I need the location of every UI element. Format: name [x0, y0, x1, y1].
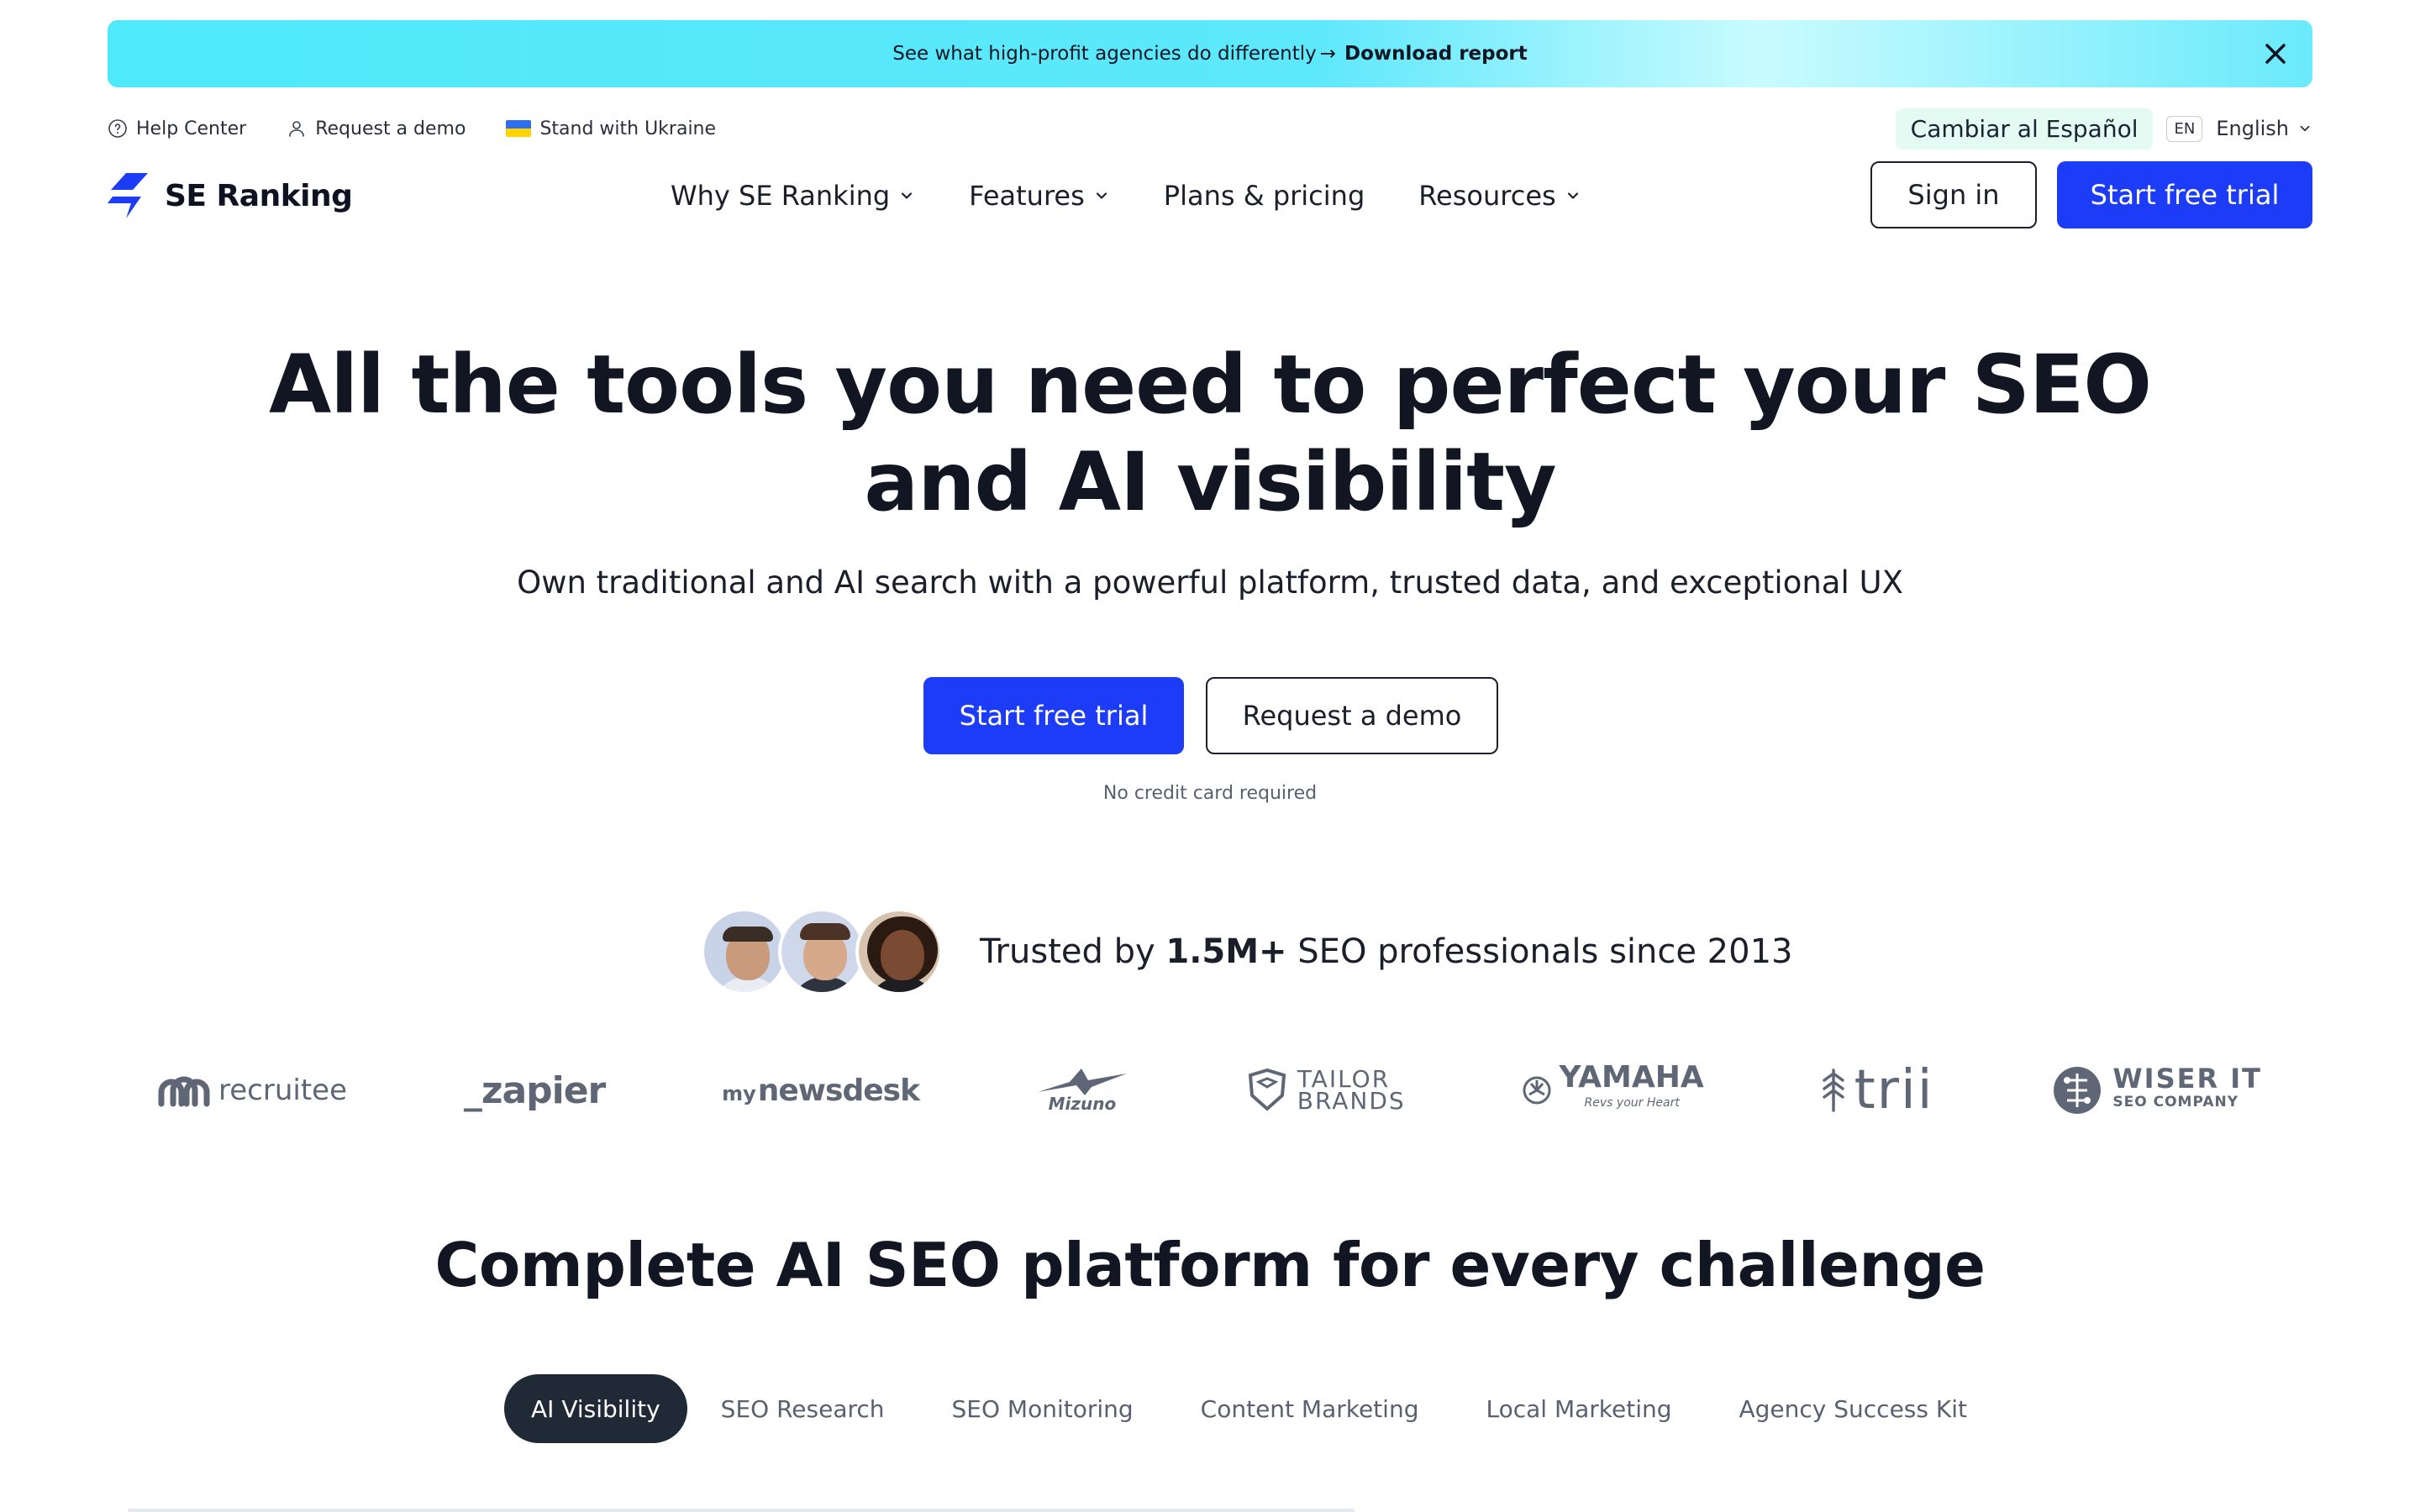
switch-spanish-button[interactable]: Cambiar al Español — [1895, 108, 2154, 150]
download-report-link[interactable]: Download report — [1344, 43, 1528, 65]
request-demo-link[interactable]: Request a demo — [287, 118, 466, 139]
tab-seo-research[interactable]: SEO Research — [687, 1374, 918, 1443]
help-center-label: Help Center — [136, 118, 247, 139]
mizuno-runbird-icon — [1037, 1068, 1127, 1095]
brands-text: BRANDS — [1297, 1087, 1406, 1115]
wiser-it-brain-icon — [2054, 1067, 2102, 1114]
language-current: English — [2216, 117, 2289, 140]
tailor-brands-logo: TAILOR BRANDS — [1245, 1068, 1406, 1115]
chevron-down-icon — [902, 192, 913, 199]
language-code-badge: EN — [2166, 115, 2203, 142]
request-demo-label: Request a demo — [315, 118, 466, 139]
wiser-it-text: WISER IT — [2112, 1063, 2262, 1095]
recruitee-text: recruitee — [218, 1074, 347, 1107]
ukraine-label: Stand with Ukraine — [539, 118, 717, 139]
trii-logo: trii — [1821, 1063, 1934, 1117]
tab-ai-visibility[interactable]: AI Visibility — [504, 1374, 687, 1443]
mynewsdesk-text: newsdesk — [757, 1073, 920, 1108]
nav-resources-label: Resources — [1418, 180, 1556, 212]
trusted-count: 1.5M+ — [1165, 932, 1287, 971]
hero-subtitle: Own traditional and AI search with a pow… — [517, 564, 1903, 601]
main-nav: Why SE Ranking Features Plans & pricing … — [671, 168, 1581, 223]
recruitee-logo: recruitee — [158, 1074, 347, 1107]
language-controls: Cambiar al Español EN English — [1895, 108, 2312, 150]
zapier-logo: _zapier — [463, 1068, 606, 1112]
help-center-link[interactable]: Help Center — [108, 118, 246, 139]
ukraine-link[interactable]: Stand with Ukraine — [506, 118, 716, 139]
se-ranking-logo-icon — [108, 173, 148, 218]
client-logos: recruitee _zapier my newsdesk Mizuno TAI… — [108, 1050, 2312, 1131]
hero-cta-row: Start free trial Request a demo — [923, 677, 1498, 754]
mizuno-text: Mizuno — [1048, 1094, 1117, 1114]
trii-tree-icon — [1822, 1068, 1844, 1112]
nav-features-label: Features — [969, 180, 1085, 212]
trusted-text: Trusted by 1.5M+ SEO professionals since… — [980, 932, 1792, 971]
yamaha-tuning-fork-icon — [1523, 1076, 1551, 1105]
nav-features[interactable]: Features — [969, 180, 1110, 212]
nav-resources[interactable]: Resources — [1418, 180, 1581, 212]
avatar — [778, 908, 865, 995]
sign-in-button[interactable]: Sign in — [1870, 161, 2037, 228]
header-start-trial-button[interactable]: Start free trial — [2057, 161, 2312, 228]
language-selector[interactable]: English — [2216, 117, 2312, 140]
mynewsdesk-my: my — [722, 1081, 756, 1105]
user-icon — [289, 121, 305, 137]
wiser-it-logo: WISER IT SEO COMPANY — [2050, 1063, 2262, 1117]
brand-name: SE Ranking — [165, 178, 353, 213]
trusted-prefix: Trusted by — [980, 932, 1155, 971]
tab-content-marketing[interactable]: Content Marketing — [1167, 1374, 1453, 1443]
nav-why-label: Why SE Ranking — [671, 180, 891, 212]
tab-seo-monitoring[interactable]: SEO Monitoring — [918, 1374, 1167, 1443]
utility-bar: Help Center Request a demo Stand with Uk… — [108, 108, 716, 150]
hero-start-trial-button[interactable]: Start free trial — [923, 677, 1184, 754]
close-icon — [2265, 44, 2286, 64]
nav-pricing-label: Plans & pricing — [1163, 180, 1365, 212]
chevron-down-icon — [1567, 192, 1578, 199]
nav-why-se-ranking[interactable]: Why SE Ranking — [671, 180, 915, 212]
promo-banner: See what high-profit agencies do differe… — [108, 20, 2312, 87]
tailor-brands-shield-icon — [1248, 1068, 1286, 1111]
chevron-down-icon — [2300, 125, 2310, 132]
hero-request-demo-button[interactable]: Request a demo — [1206, 677, 1498, 754]
yamaha-text: YAMAHA — [1559, 1060, 1704, 1095]
banner-arrow: → — [1319, 43, 1336, 65]
platform-tabs: AI Visibility SEO Research SEO Monitorin… — [504, 1374, 2001, 1443]
yamaha-tagline: Revs your Heart — [1584, 1096, 1680, 1110]
mynewsdesk-logo: my newsdesk — [722, 1073, 920, 1108]
hero-title: All the tools you need to perfect your S… — [0, 336, 2420, 531]
logo[interactable]: SE Ranking — [108, 168, 353, 223]
tab-agency-success-kit[interactable]: Agency Success Kit — [1706, 1374, 2002, 1443]
avatar-group — [701, 908, 943, 995]
zapier-text: _zapier — [463, 1068, 606, 1112]
wiser-it-subtext: SEO COMPANY — [2112, 1094, 2239, 1110]
mizuno-logo: Mizuno — [1036, 1067, 1128, 1114]
nav-plans-pricing[interactable]: Plans & pricing — [1164, 180, 1365, 212]
content-preview-edge — [128, 1509, 1355, 1512]
trii-text: trii — [1854, 1059, 1934, 1121]
platform-section-title: Complete AI SEO platform for every chall… — [434, 1230, 1986, 1300]
banner-close-button[interactable] — [2257, 35, 2294, 72]
yamaha-logo: YAMAHA Revs your Heart — [1523, 1060, 1704, 1116]
hero-title-line-2: and AI visibility — [864, 435, 1556, 529]
page: See what high-profit agencies do differe… — [0, 0, 2420, 1512]
avatar — [701, 908, 788, 995]
recruitee-mark-icon — [158, 1076, 210, 1107]
trusted-suffix: SEO professionals since 2013 — [1297, 932, 1793, 971]
hero-title-line-1: All the tools you need to perfect your S… — [268, 338, 2152, 432]
ukraine-flag-icon — [506, 120, 532, 137]
avatar — [855, 908, 943, 995]
chevron-down-icon — [1096, 192, 1107, 199]
tab-local-marketing[interactable]: Local Marketing — [1452, 1374, 1705, 1443]
no-credit-card-note: No credit card required — [1102, 783, 1318, 804]
trusted-by: Trusted by 1.5M+ SEO professionals since… — [701, 907, 1792, 996]
help-circle-icon — [108, 119, 127, 138]
banner-text: See what high-profit agencies do differe… — [892, 43, 1317, 65]
